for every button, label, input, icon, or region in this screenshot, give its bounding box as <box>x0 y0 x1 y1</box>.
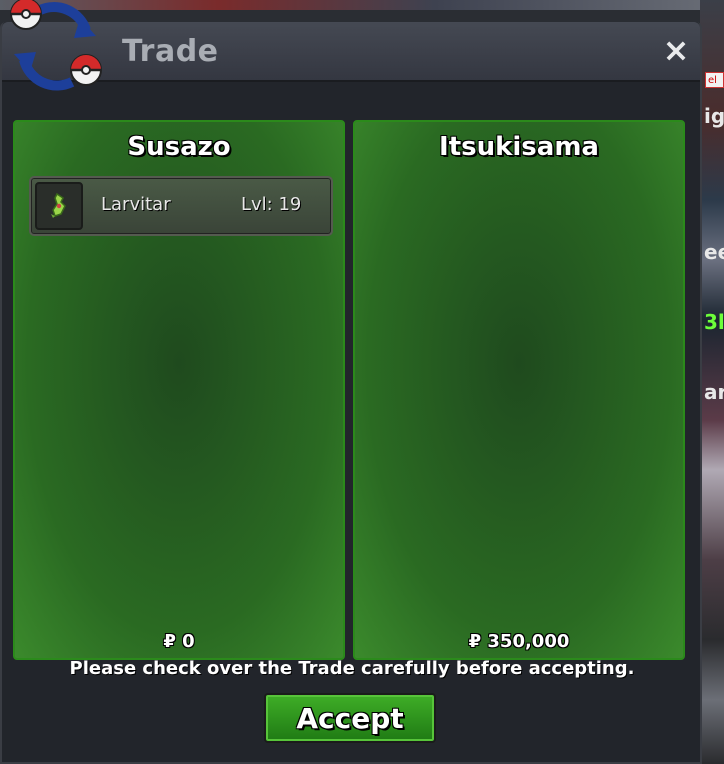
trade-panel-right: Itsukisama ₽ 350,000 <box>353 120 685 660</box>
window-title: Trade <box>122 34 219 69</box>
trade-warning-message: Please check over the Trade carefully be… <box>69 658 635 679</box>
background-fragment-badge: el <box>705 72 724 88</box>
player-name-left: Susazo <box>127 132 231 162</box>
trade-panel-left: Susazo Larvitar Lvl: 19 ₽ 0 <box>13 120 345 660</box>
money-left: ₽ 0 <box>163 631 195 652</box>
trade-arrows-pokeball-icon <box>10 0 102 91</box>
pokemon-offer-row[interactable]: Larvitar Lvl: 19 <box>29 176 333 236</box>
pokemon-name: Larvitar <box>101 194 171 215</box>
close-icon: × <box>662 31 690 69</box>
background-fragment-text: ee <box>704 240 724 264</box>
player-name-right: Itsukisama <box>439 132 599 162</box>
accept-label: Accept <box>296 702 404 735</box>
trade-window: Trade × Susazo Larvitar Lvl: 19 ₽ 0 Itsu… <box>0 22 702 764</box>
larvitar-sprite-icon <box>35 182 83 230</box>
money-right: ₽ 350,000 <box>468 631 570 652</box>
background-fragment-text: ar <box>704 380 724 404</box>
close-button[interactable]: × <box>662 34 690 66</box>
pokemon-level: Lvl: 19 <box>241 194 302 215</box>
background-fragment-text: 3l <box>704 310 724 334</box>
background-fragment-text: ig <box>704 104 724 128</box>
accept-button[interactable]: Accept <box>264 693 436 743</box>
